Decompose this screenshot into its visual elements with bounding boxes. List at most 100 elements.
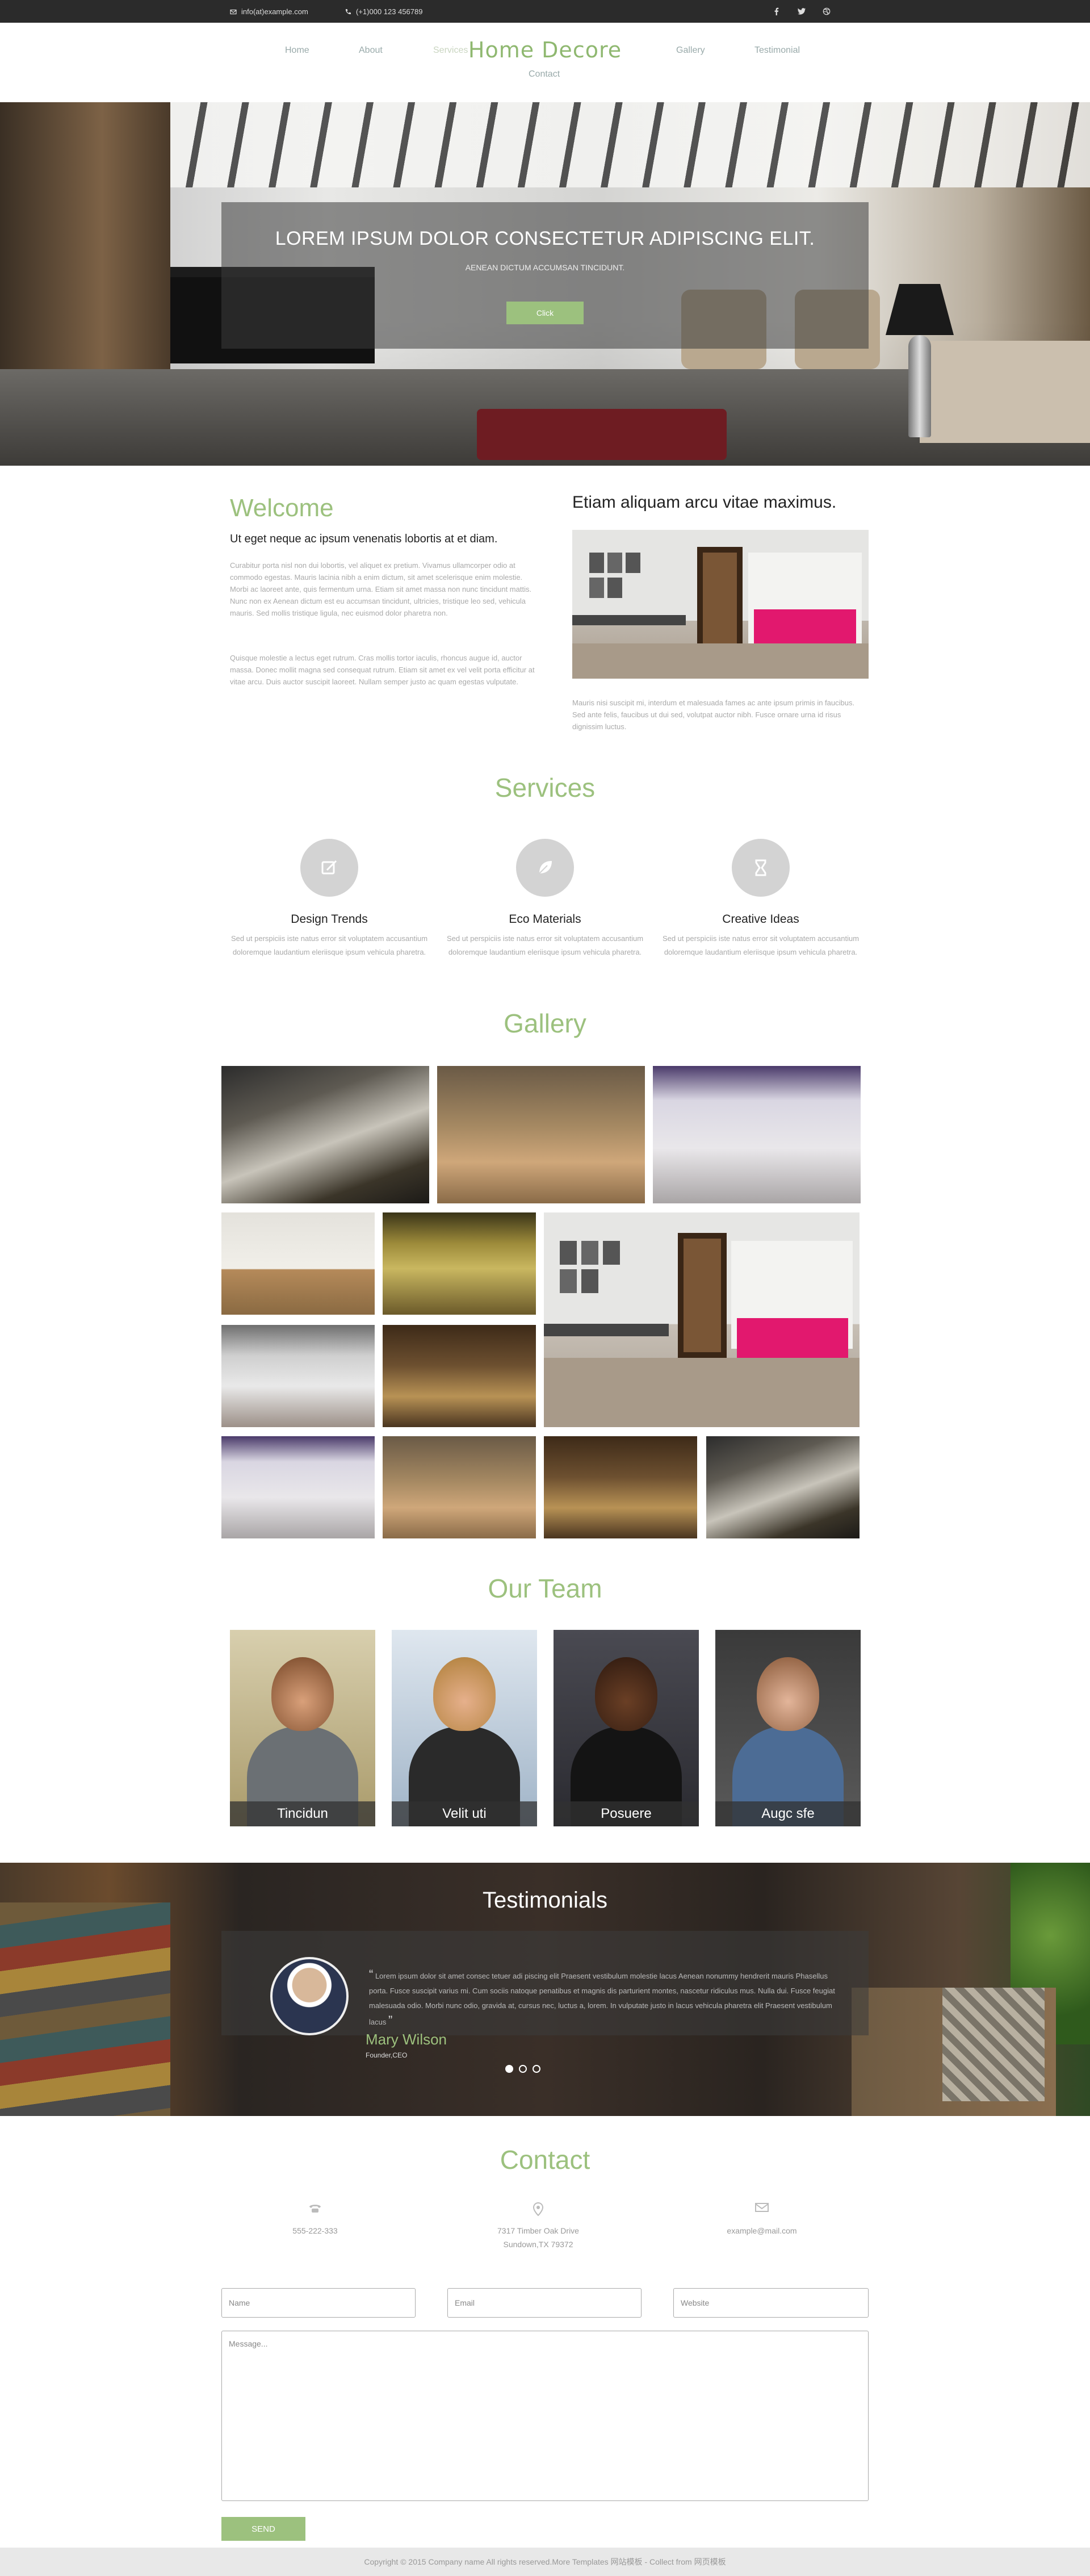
quote-open-icon: “ <box>369 1967 374 1981</box>
footer: Copyright © 2015 Company name All rights… <box>0 2548 1090 2576</box>
hero-caption-panel: LOREM IPSUM DOLOR CONSECTETUR ADIPISCING… <box>221 202 869 349</box>
member-name: Augc sfe <box>715 1801 861 1826</box>
edit-icon <box>300 839 358 897</box>
hero-banner: LOREM IPSUM DOLOR CONSECTETUR ADIPISCING… <box>0 102 1090 466</box>
hero-click-button[interactable]: Click <box>506 302 584 324</box>
team-member[interactable]: Velit uti <box>392 1630 537 1826</box>
carousel-dot[interactable] <box>505 2065 513 2073</box>
member-name: Tincidun <box>230 1801 375 1826</box>
contact-title: Contact <box>500 2145 590 2174</box>
contact-address-line1: 7317 Timber Oak Drive <box>497 2226 579 2235</box>
testimonial-background-wall <box>0 1902 170 2116</box>
facebook-icon[interactable] <box>772 6 782 16</box>
team-member[interactable]: Posuere <box>554 1630 699 1826</box>
service-creative-ideas: Creative Ideas Sed ut perspiciis iste na… <box>642 839 880 959</box>
topbar-phone: (+1)000 123 456789 <box>345 7 422 16</box>
gallery-image[interactable] <box>383 1436 536 1538</box>
nav-contact[interactable]: Contact <box>529 69 560 80</box>
gallery-image-large[interactable] <box>544 1212 860 1427</box>
gallery-image[interactable] <box>221 1325 375 1427</box>
service-title: Creative Ideas <box>722 913 799 926</box>
welcome-title: Welcome <box>230 494 334 522</box>
avatar <box>270 1957 349 2035</box>
carousel-dots <box>505 2065 540 2073</box>
gallery-image[interactable] <box>653 1066 861 1203</box>
social-links <box>772 6 832 16</box>
mail-icon <box>677 2202 847 2217</box>
site-logo[interactable]: Home Decore <box>0 37 1090 62</box>
topbar-email[interactable]: info(at)example.com <box>230 7 308 16</box>
carousel-dot[interactable] <box>519 2065 527 2073</box>
phone-icon <box>230 2202 400 2217</box>
member-photo <box>757 1657 819 1731</box>
leaf-icon <box>516 839 574 897</box>
gallery-image[interactable] <box>221 1212 375 1315</box>
team-member[interactable]: Augc sfe <box>715 1630 861 1826</box>
topbar-phone-text: (+1)000 123 456789 <box>356 7 423 16</box>
bedroom-image <box>572 530 869 679</box>
carousel-dot[interactable] <box>533 2065 540 2073</box>
member-photo <box>433 1657 496 1731</box>
testimonials-title: Testimonials <box>482 1888 608 1913</box>
etiam-paragraph: Mauris nisi suscipit mi, interdum et mal… <box>572 699 855 731</box>
services-title: Services <box>494 773 596 802</box>
nav-gallery[interactable]: Gallery <box>676 45 705 56</box>
contact-email-text[interactable]: example@mail.com <box>677 2224 847 2238</box>
service-text: Sed ut perspiciis iste natus error sit v… <box>446 934 644 956</box>
service-title: Design Trends <box>291 913 368 926</box>
contact-email: example@mail.com <box>677 2202 847 2238</box>
gallery-image[interactable] <box>221 1066 429 1203</box>
service-title: Eco Materials <box>509 913 581 926</box>
service-text: Sed ut perspiciis iste natus error sit v… <box>230 934 428 956</box>
site-header: Home About Services Home Decore Gallery … <box>0 23 1090 102</box>
service-eco-materials: Eco Materials Sed ut perspiciis iste nat… <box>426 839 664 959</box>
welcome-subtitle: Ut eget neque ac ipsum venenatis loborti… <box>230 533 498 545</box>
gallery-image[interactable] <box>221 1436 375 1538</box>
hourglass-icon <box>732 839 790 897</box>
mail-icon <box>230 9 237 14</box>
hero-image-ottoman <box>477 409 727 460</box>
website-field[interactable] <box>673 2288 869 2318</box>
gallery-image[interactable] <box>544 1436 697 1538</box>
member-name: Velit uti <box>392 1801 537 1826</box>
testimonial-author: Mary Wilson <box>366 2031 447 2048</box>
welcome-paragraph-1: Curabitur porta nisl non dui lobortis, v… <box>230 561 532 617</box>
service-design-trends: Design Trends Sed ut perspiciis iste nat… <box>210 839 448 959</box>
testimonials-section: Testimonials “ Lorem ipsum dolor sit ame… <box>0 1863 1090 2116</box>
contact-phone: 555-222-333 <box>230 2202 400 2238</box>
team-member[interactable]: Tincidun <box>230 1630 375 1826</box>
quote-close-icon: ” <box>388 2013 393 2027</box>
gallery-image[interactable] <box>383 1325 536 1427</box>
dribbble-icon[interactable] <box>821 6 832 16</box>
send-button[interactable]: SEND <box>221 2517 305 2541</box>
testimonial-role: Founder,CEO <box>366 2051 408 2059</box>
nav-testimonial[interactable]: Testimonial <box>754 45 800 56</box>
testimonial-card: “ Lorem ipsum dolor sit amet consec tetu… <box>221 1931 869 2059</box>
gallery-image[interactable] <box>437 1066 645 1203</box>
footer-text: Copyright © 2015 Company name All rights… <box>364 2557 726 2566</box>
gallery-title: Gallery <box>504 1009 586 1038</box>
etiam-title: Etiam aliquam arcu vitae maximus. <box>572 493 837 512</box>
testimonial-quote-text: Lorem ipsum dolor sit amet consec tetuer… <box>369 1972 835 2026</box>
phone-icon <box>345 9 351 14</box>
contact-address-line2: Sundown,TX 79372 <box>503 2240 573 2249</box>
member-photo <box>271 1657 334 1731</box>
message-field[interactable] <box>221 2331 869 2501</box>
hero-image-lamp <box>886 284 954 335</box>
hero-image-lamp-base <box>908 335 931 437</box>
name-field[interactable] <box>221 2288 416 2318</box>
topbar-email-text: info(at)example.com <box>241 7 308 16</box>
gallery-image[interactable] <box>383 1212 536 1315</box>
contact-address: 7317 Timber Oak Drive Sundown,TX 79372 <box>453 2202 623 2251</box>
map-pin-icon <box>453 2202 623 2217</box>
hero-image-sofa <box>920 341 1090 443</box>
top-bar: info(at)example.com (+1)000 123 456789 <box>0 0 1090 23</box>
welcome-paragraph-2: Quisque molestie a lectus eget rutrum. C… <box>230 654 535 686</box>
team-title: Our Team <box>488 1574 602 1603</box>
contact-phone-text: 555-222-333 <box>292 2226 338 2235</box>
gallery-image[interactable] <box>706 1436 860 1538</box>
member-photo <box>595 1657 657 1731</box>
testimonial-quote: “ Lorem ipsum dolor sit amet consec tetu… <box>369 1967 840 2030</box>
twitter-icon[interactable] <box>796 6 807 16</box>
email-field[interactable] <box>447 2288 642 2318</box>
